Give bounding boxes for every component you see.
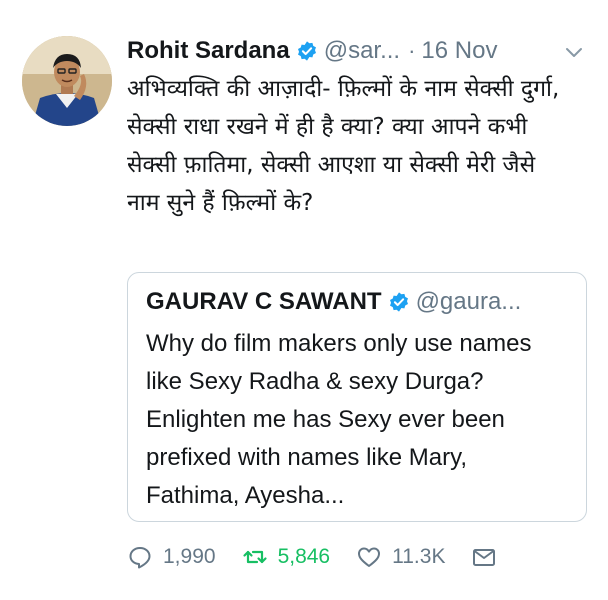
quoted-tweet-text: Why do film makers only use names like S…: [146, 330, 532, 509]
tweet-actions: 1,990 5,846 11.3K: [127, 540, 547, 574]
reply-count: 1,990: [163, 545, 216, 568]
author-handle[interactable]: @sar...: [324, 37, 400, 65]
verified-badge-icon: [389, 292, 408, 312]
quoted-author-name: GAURAV C SAWANT: [146, 288, 382, 315]
heart-icon: [358, 547, 381, 567]
reply-button[interactable]: 1,990: [127, 544, 216, 570]
quoted-tweet-card[interactable]: GAURAV C SAWANT @gaura... Why do film ma…: [127, 272, 587, 522]
like-count: 11.3K: [392, 545, 446, 568]
chevron-down-icon[interactable]: [564, 42, 584, 62]
separator-dot: ·: [408, 38, 416, 63]
tweet-text: अभिव्यक्ति की आज़ादी- फ़िल्मों के नाम से…: [127, 76, 560, 216]
verified-badge-icon: [297, 41, 316, 61]
retweet-button[interactable]: 5,846: [242, 544, 331, 570]
timestamp[interactable]: 16 Nov: [421, 37, 497, 65]
tweet-header: Rohit Sardana @sar... · 16 Nov: [127, 34, 592, 68]
author-name[interactable]: Rohit Sardana: [127, 37, 290, 65]
quoted-author-handle: @gaura...: [415, 288, 522, 315]
avatar[interactable]: [22, 36, 112, 126]
envelope-icon: [473, 549, 496, 566]
tweet[interactable]: Rohit Sardana @sar... · 16 Nov अभिव्यक्त…: [0, 0, 608, 600]
direct-message-button[interactable]: [471, 544, 497, 570]
reply-icon: [129, 547, 151, 569]
retweet-count: 5,846: [277, 545, 331, 568]
like-button[interactable]: 11.3K: [356, 544, 445, 570]
retweet-icon: [242, 550, 267, 564]
quoted-tweet-header: GAURAV C SAWANT @gaura...: [146, 287, 586, 317]
